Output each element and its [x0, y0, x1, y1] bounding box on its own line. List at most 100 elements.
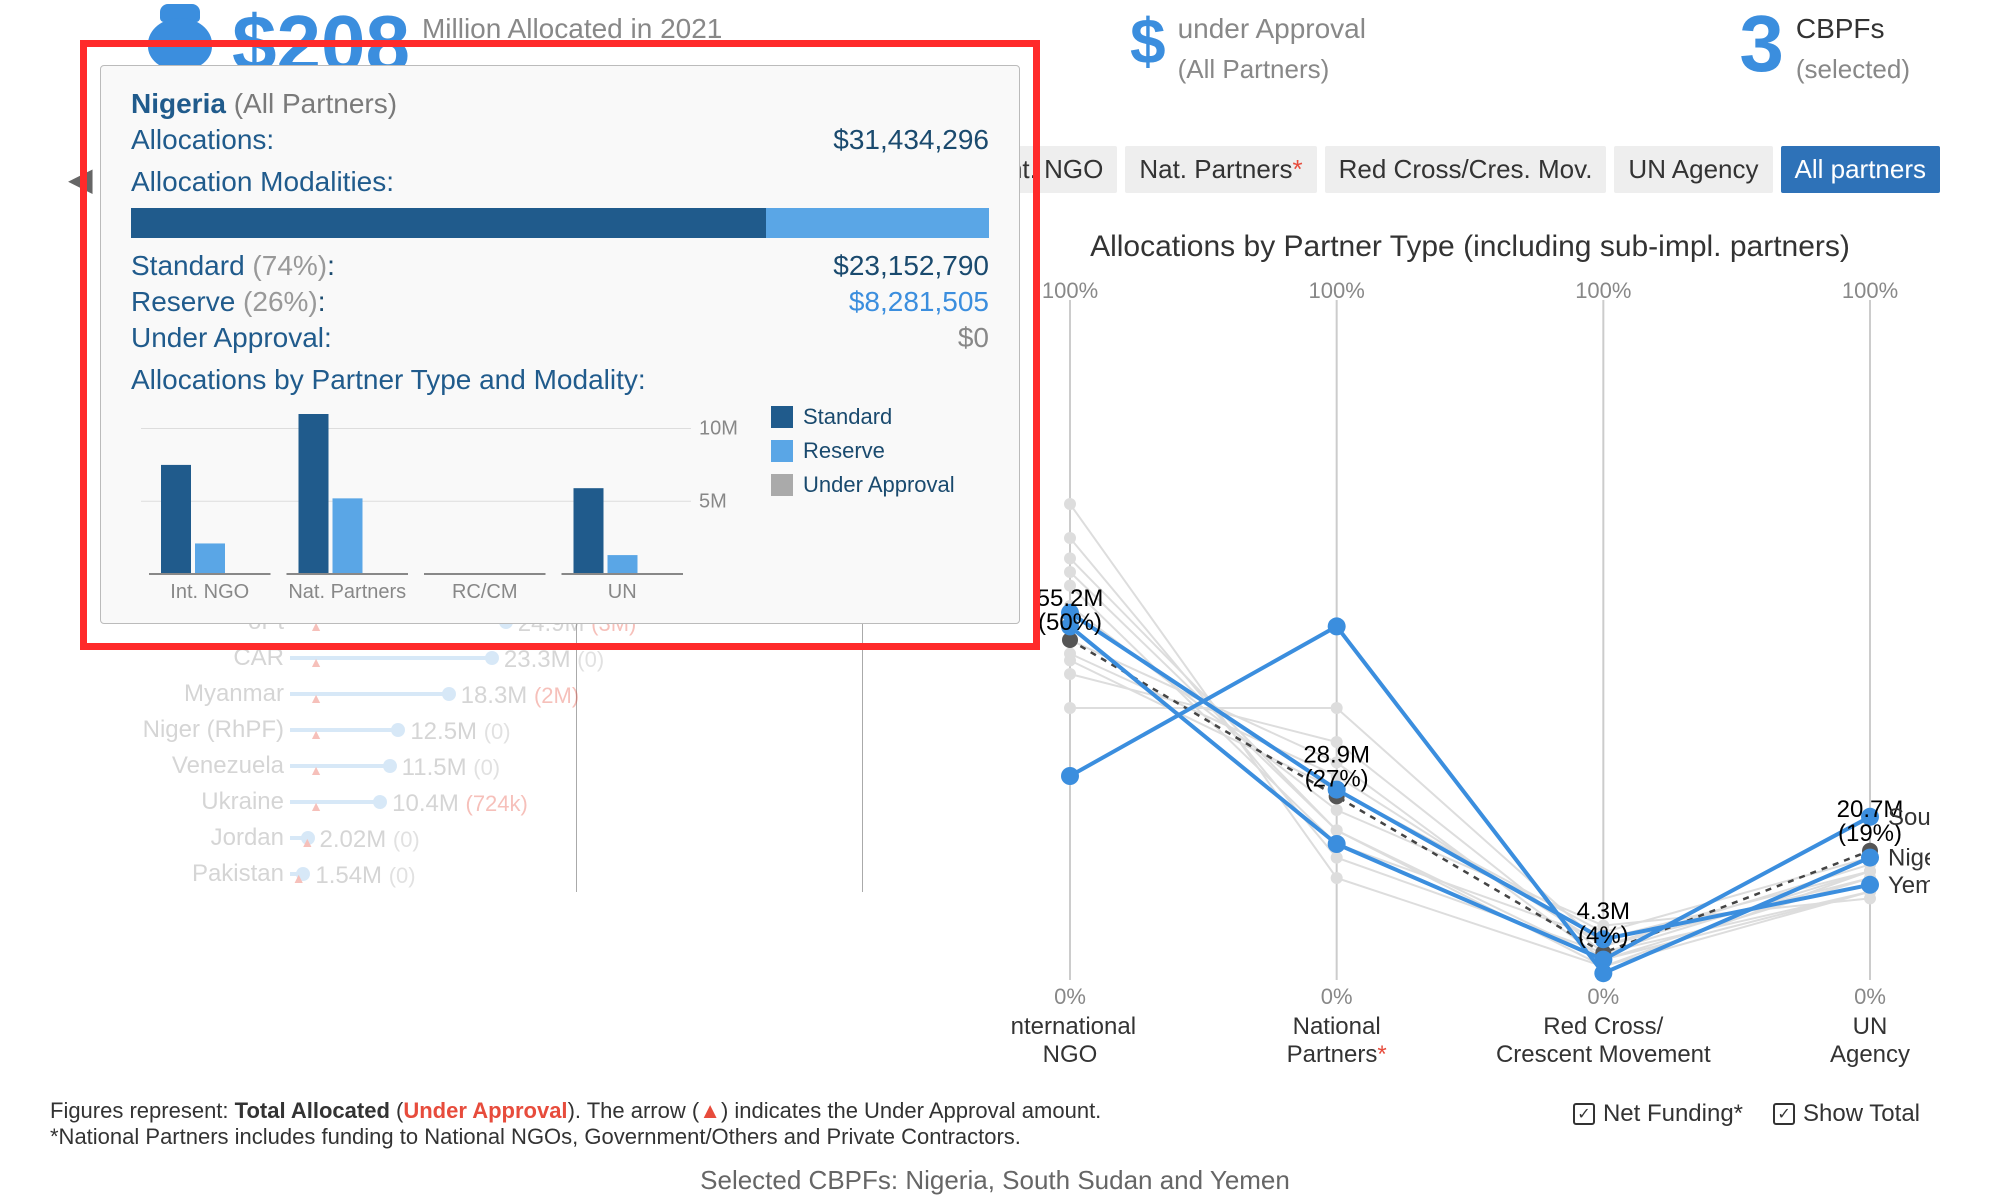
tooltip-modalities-label: Allocation Modalities: [131, 166, 989, 198]
lollipop-value: 1.54M (0) [315, 862, 415, 890]
cbpf-sub: (selected) [1796, 46, 1910, 85]
modality-bar-standard [131, 208, 766, 238]
selected-cbpfs: Selected CBPFs: Nigeria, South Sudan and… [0, 1165, 1990, 1196]
fn-1f: ) indicates the Under Approval amount. [721, 1098, 1101, 1123]
svg-text:100%: 100% [1309, 280, 1365, 303]
svg-text:100%: 100% [1842, 280, 1898, 303]
parallel-chart: 100%0%InternationalNGO100%0%NationalPart… [1010, 280, 1930, 1040]
svg-text:South Sudan: South Sudan [1888, 804, 1930, 831]
svg-text:Partners*: Partners* [1287, 1041, 1387, 1068]
std-val: $23,152,790 [833, 250, 989, 282]
cbpf-label: CBPFs [1796, 4, 1910, 46]
svg-text:Yemen: Yemen [1888, 872, 1930, 899]
svg-text:Nat. Partners: Nat. Partners [288, 581, 406, 603]
svg-text:5M: 5M [699, 490, 727, 512]
lollipop-label: Myanmar [60, 680, 290, 708]
footnotes: Figures represent: Total Allocated (Unde… [50, 1098, 1101, 1150]
lollipop-row[interactable]: Pakistan▲ 1.54M (0) [60, 856, 1010, 892]
show-total-label: Show Total [1803, 1100, 1920, 1128]
svg-text:Int. NGO: Int. NGO [170, 581, 249, 603]
svg-text:Crescent Movement: Crescent Movement [1496, 1041, 1711, 1068]
dollar-icon: $ [1130, 4, 1166, 78]
filter-tab[interactable]: Nat. Partners* [1125, 146, 1316, 193]
show-total-checkbox[interactable]: ✓ Show Total [1773, 1100, 1920, 1128]
svg-text:28.9M: 28.9M [1303, 741, 1370, 768]
fn-1b: Total Allocated [235, 1098, 390, 1123]
filter-tab[interactable]: Red Cross/Cres. Mov. [1325, 146, 1607, 193]
checkbox-icon: ✓ [1573, 1103, 1595, 1125]
svg-text:Red Cross/: Red Cross/ [1543, 1013, 1663, 1040]
res-label: Reserve [131, 286, 235, 317]
lollipop-row[interactable]: CAR▲23.3M (0) [60, 640, 1010, 676]
options-checkboxes: ✓ Net Funding* ✓ Show Total [1573, 1100, 1920, 1128]
legend-ua: Under Approval [803, 472, 955, 498]
lollipop-row[interactable]: Ukraine ▲ 10.4M (724k) [60, 784, 1010, 820]
fn-2: *National Partners includes funding to N… [50, 1124, 1101, 1150]
lollipop-label: Pakistan [60, 860, 290, 888]
under-approval-marker-icon: ▲ [309, 726, 323, 742]
lollipop-value: 11.5M (0) [402, 754, 500, 782]
lollipop-row[interactable]: Venezuela▲11.5M (0) [60, 748, 1010, 784]
tooltip-legend: Standard Reserve Under Approval [771, 404, 955, 609]
legend-swatch-res [771, 440, 793, 462]
svg-text:55.2M: 55.2M [1037, 585, 1104, 612]
bypartner-label: Allocations by Partner Type and Modality… [131, 364, 989, 396]
svg-text:Agency: Agency [1830, 1041, 1910, 1068]
svg-text:0%: 0% [1321, 984, 1353, 1009]
svg-text:4.3M: 4.3M [1577, 898, 1630, 925]
lollipop-row[interactable]: Jordan ▲ 2.02M (0) [60, 820, 1010, 856]
moneybag-icon [140, 4, 220, 74]
lollipop-value: 12.5M (0) [410, 718, 510, 746]
svg-text:100%: 100% [1042, 280, 1098, 303]
tooltip-mini-chart: 10M5MInt. NGONat. PartnersRC/CMUN [131, 404, 751, 609]
lollipop-label: Niger (RhPF) [60, 716, 290, 744]
fn-1c: ( [390, 1098, 403, 1123]
svg-text:0%: 0% [1854, 984, 1886, 1009]
fn-1e: ). The arrow ( [568, 1098, 700, 1123]
std-pct: (74%) [252, 250, 327, 281]
legend-res: Reserve [803, 438, 885, 464]
under-approval-marker-icon: ▲ [309, 654, 323, 670]
modality-bar [131, 208, 989, 238]
all-partners-sub: (All Partners) [1178, 46, 1366, 85]
fn-1a: Figures represent: [50, 1098, 235, 1123]
lollipop-row[interactable]: Niger (RhPF) ▲ 12.5M (0) [60, 712, 1010, 748]
filter-tab[interactable]: All partners [1781, 146, 1941, 193]
under-approval-marker-icon: ▲ [309, 798, 323, 814]
lollipop-value: 2.02M (0) [320, 826, 420, 854]
svg-text:(50%): (50%) [1038, 609, 1102, 636]
svg-text:(27%): (27%) [1305, 765, 1369, 792]
fn-1d: Under Approval [403, 1098, 567, 1123]
lollipop-label: Jordan [60, 824, 290, 852]
net-funding-label: Net Funding* [1603, 1100, 1743, 1128]
under-approval-marker-icon: ▲ [300, 834, 314, 850]
legend-swatch-std [771, 406, 793, 428]
svg-text:RC/CM: RC/CM [452, 581, 518, 603]
svg-text:10M: 10M [699, 418, 738, 440]
checkbox-icon: ✓ [1773, 1103, 1795, 1125]
tooltip-country: Nigeria [131, 88, 226, 119]
lollipop-row[interactable]: Myanmar▲18.3M (2M) [60, 676, 1010, 712]
cbpf-count: 3 [1739, 4, 1784, 84]
ua-val: $0 [958, 322, 989, 354]
triangle-icon: ▲ [699, 1098, 721, 1123]
parallel-title: Allocations by Partner Type (including s… [1010, 230, 1930, 264]
res-val: $8,281,505 [849, 286, 989, 318]
svg-text:International: International [1010, 1013, 1136, 1040]
svg-text:Nigeria: Nigeria [1888, 845, 1930, 872]
under-approval-marker-icon: ▲ [292, 870, 306, 886]
res-pct: (26%) [243, 286, 318, 317]
lollipop-label: Ukraine [60, 788, 290, 816]
svg-text:0%: 0% [1054, 984, 1086, 1009]
under-approval-label: under Approval [1178, 4, 1366, 46]
tooltip-alloc-label: Allocations: [131, 124, 274, 156]
chevron-left-icon[interactable]: ◀ [68, 160, 93, 198]
filter-tab[interactable]: UN Agency [1614, 146, 1772, 193]
lollipop-value: 10.4M (724k) [392, 790, 528, 818]
partner-filter-tabs: Int. NGONat. Partners*Red Cross/Cres. Mo… [987, 146, 1940, 193]
net-funding-checkbox[interactable]: ✓ Net Funding* [1573, 1100, 1743, 1128]
legend-swatch-ua [771, 474, 793, 496]
svg-text:100%: 100% [1575, 280, 1631, 303]
lollipop-value: 23.3M (0) [504, 646, 604, 674]
svg-text:UN: UN [1853, 1013, 1888, 1040]
